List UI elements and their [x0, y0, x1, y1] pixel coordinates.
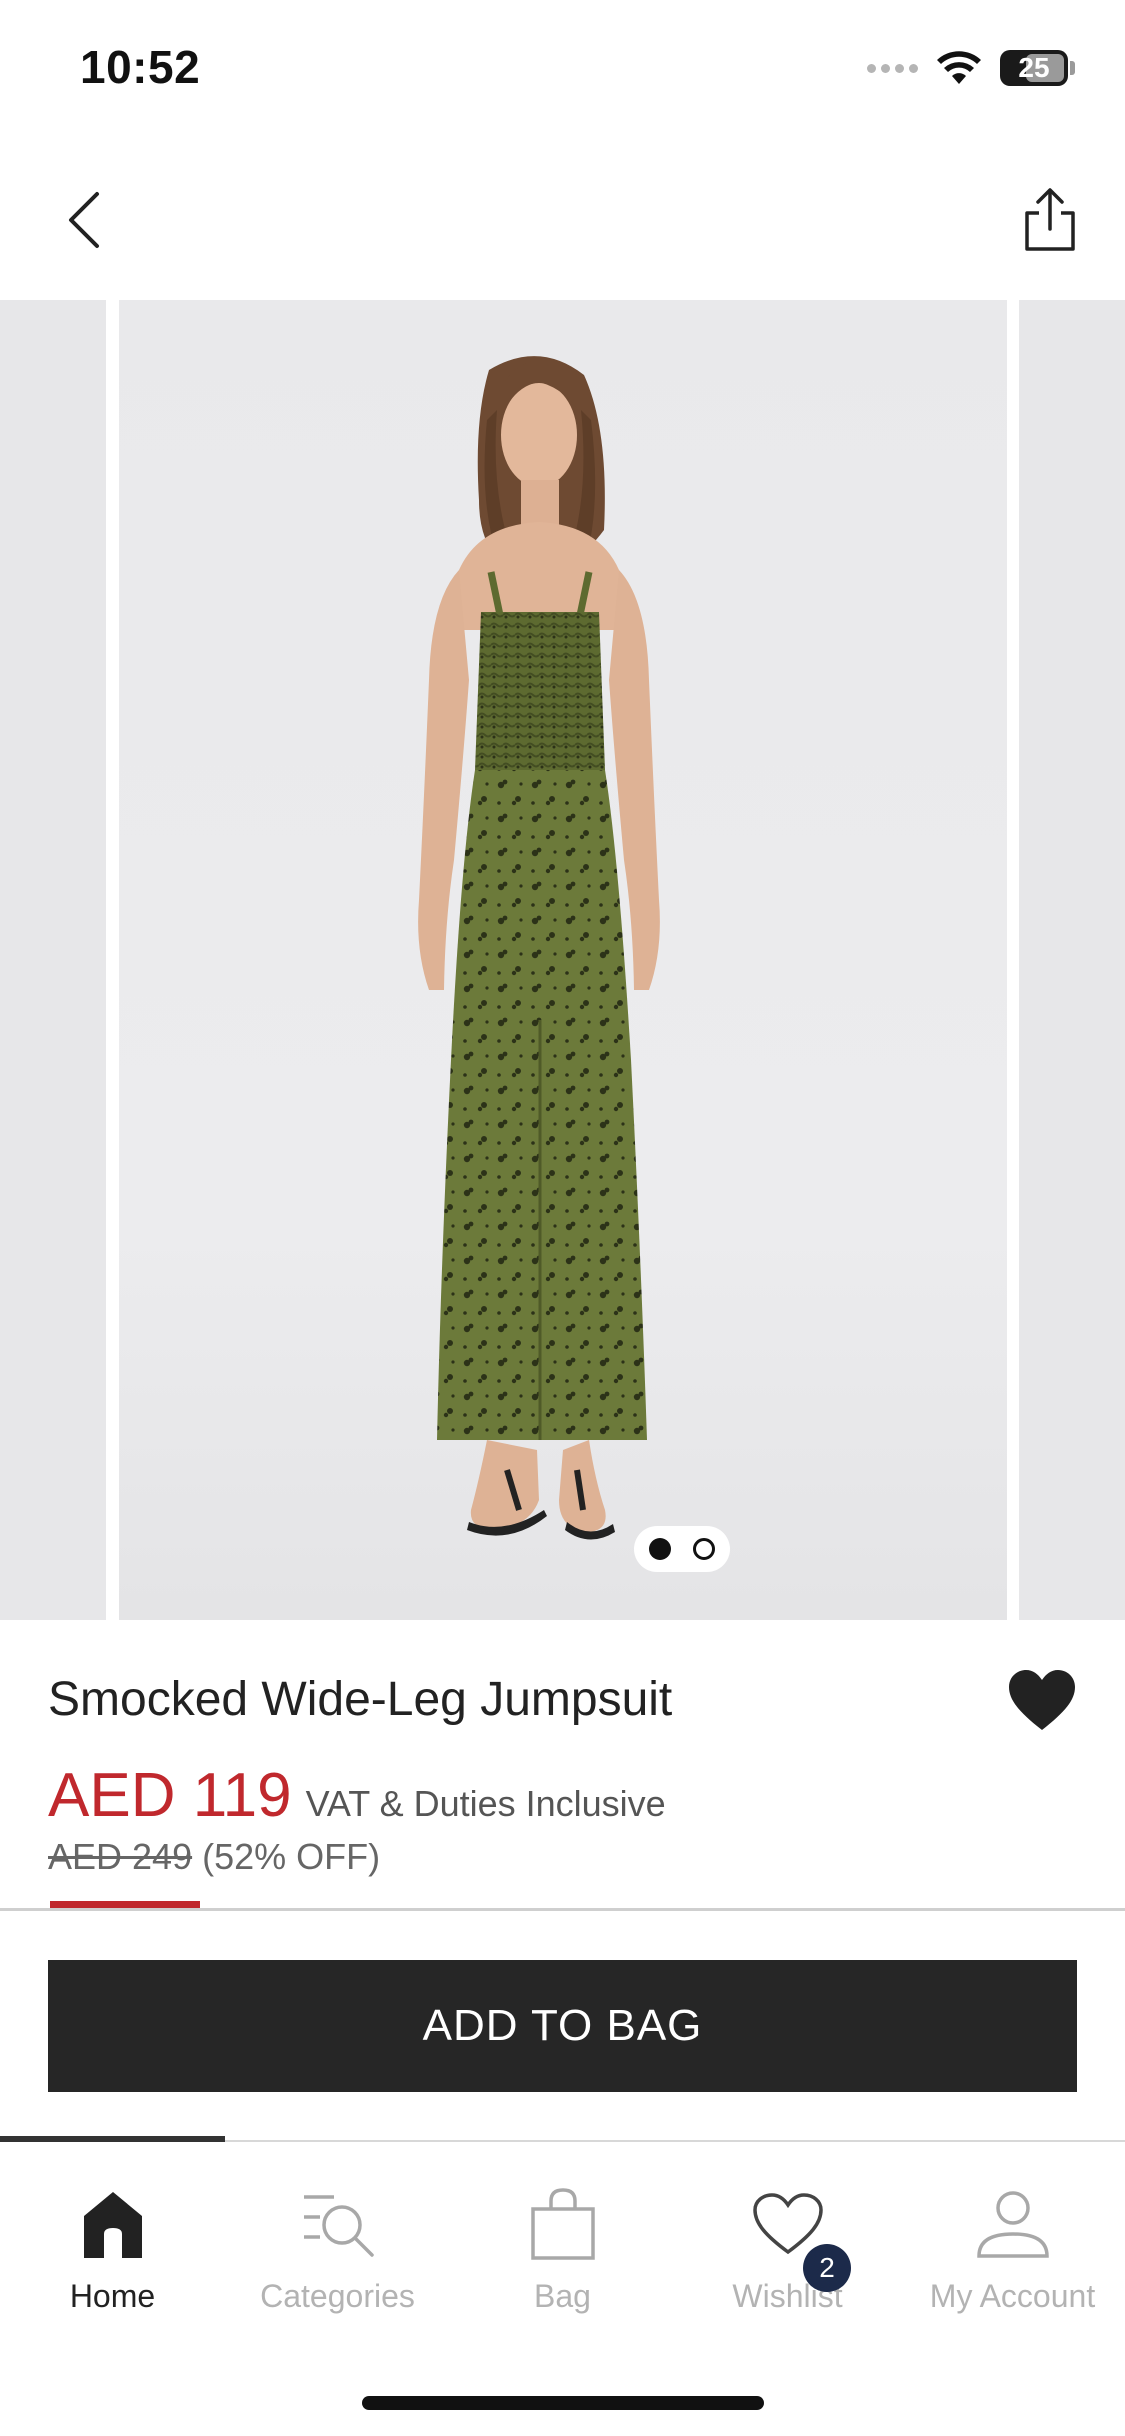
- nav-bar: [0, 160, 1125, 280]
- tab-my-account[interactable]: My Account: [900, 2142, 1125, 2342]
- wishlist-count-badge: 2: [803, 2244, 851, 2292]
- original-price-row: AED 249 (52% OFF): [48, 1836, 380, 1878]
- tab-wishlist[interactable]: Wishlist 2: [675, 2142, 900, 2342]
- battery-level: 25: [1018, 52, 1050, 83]
- share-icon: [1025, 188, 1075, 251]
- home-indicator[interactable]: [362, 2396, 764, 2410]
- status-bar: 10:52 25: [0, 0, 1125, 140]
- tab-label-categories: Categories: [260, 2278, 415, 2314]
- tab-home[interactable]: Home: [0, 2142, 225, 2342]
- product-image[interactable]: [119, 300, 1007, 1620]
- tab-label-my-account: My Account: [929, 2278, 1096, 2314]
- categories-search-icon: [298, 2184, 378, 2264]
- wifi-icon: [937, 51, 981, 84]
- product-image-gallery[interactable]: [0, 300, 1125, 1620]
- heart-filled-icon: [1009, 1670, 1075, 1730]
- signal-icon: [867, 63, 918, 73]
- next-image-peek[interactable]: [1019, 300, 1125, 1620]
- status-time: 10:52: [80, 41, 201, 93]
- add-to-bag-button[interactable]: ADD TO BAG: [48, 1960, 1077, 2092]
- chevron-left-icon: [69, 192, 99, 248]
- model-jumpsuit-image: [418, 356, 660, 1540]
- wishlist-button[interactable]: [1007, 1668, 1077, 1734]
- page-dot[interactable]: [693, 1538, 715, 1560]
- back-button[interactable]: [50, 180, 120, 260]
- image-pagination[interactable]: [634, 1526, 730, 1572]
- discount-label: (52% OFF): [202, 1836, 381, 1877]
- user-icon: [973, 2184, 1053, 2264]
- section-tab-indicator: [50, 1901, 200, 1908]
- status-icons: 25: [867, 48, 1075, 88]
- previous-image-peek[interactable]: [0, 300, 106, 1620]
- battery-icon: 25: [1000, 50, 1075, 86]
- share-button[interactable]: [1015, 180, 1085, 260]
- page-dot-active[interactable]: [649, 1538, 671, 1560]
- vat-note: VAT & Duties Inclusive: [305, 1783, 666, 1824]
- tab-label-bag: Bag: [534, 2278, 591, 2314]
- home-icon: [73, 2184, 153, 2264]
- divider: [0, 1908, 1125, 1911]
- sale-price: AED 119: [48, 1761, 292, 1830]
- price-row: AED 119 VAT & Duties Inclusive: [48, 1760, 666, 1831]
- bottom-tab-bar: Home Categories Bag Wishlist 2 My Accoun…: [0, 2142, 1125, 2342]
- tab-categories[interactable]: Categories: [225, 2142, 450, 2342]
- product-title: Smocked Wide-Leg Jumpsuit: [48, 1673, 673, 1726]
- tab-label-home: Home: [69, 2278, 156, 2314]
- tab-bag[interactable]: Bag: [450, 2142, 675, 2342]
- original-price: AED 249: [48, 1836, 193, 1877]
- bag-icon: [523, 2184, 603, 2264]
